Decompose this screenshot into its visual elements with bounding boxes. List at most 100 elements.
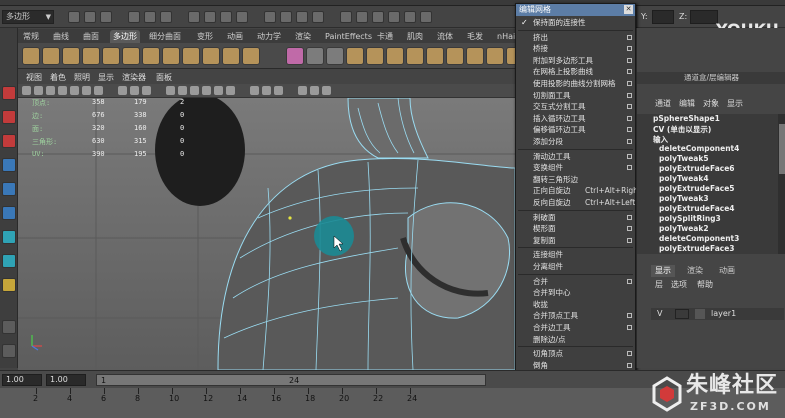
poly-cube-icon[interactable] (42, 47, 60, 65)
poly-separate-icon[interactable] (306, 47, 324, 65)
textured-icon[interactable] (202, 86, 211, 95)
render-icon[interactable] (356, 11, 368, 23)
new-scene-icon[interactable] (68, 11, 80, 23)
menu-item[interactable]: 复制面 (516, 235, 635, 246)
poly-extract-icon[interactable] (326, 47, 344, 65)
poly-platonic-icon[interactable] (242, 47, 260, 65)
poly-prism-icon[interactable] (142, 47, 160, 65)
menu-item[interactable]: 偏移循环边工具 (516, 124, 635, 135)
menu-item[interactable]: 楔形面 (516, 223, 635, 234)
option-box-icon[interactable] (627, 165, 632, 171)
shelf-tab-surfaces[interactable]: 曲面 (80, 30, 102, 43)
option-box-icon[interactable] (627, 69, 632, 75)
option-box-icon[interactable] (627, 325, 632, 330)
playback-start-field[interactable]: 1.00 (46, 374, 86, 386)
shelf-tab-muscle[interactable]: 肌肉 (404, 30, 426, 43)
menu-set-select[interactable]: 多边形 ▼ (2, 10, 54, 24)
cb-menu-edit[interactable]: 编辑 (679, 98, 695, 109)
shelf-tab-polygons[interactable]: 多边形 (110, 30, 140, 43)
camera-icon[interactable] (22, 86, 31, 95)
close-icon[interactable]: ✕ (624, 5, 633, 14)
history-node[interactable]: polyExtrudeFace5 (659, 184, 735, 193)
menu-item[interactable]: 切角顶点 (516, 348, 635, 359)
history-node[interactable]: polySplitRing3 (659, 214, 721, 223)
poly-insert-loop-icon[interactable] (446, 47, 464, 65)
menu-item[interactable]: 合并边工具 (516, 322, 635, 333)
option-box-icon[interactable] (627, 139, 632, 144)
menu-item[interactable]: 添加分段 (516, 136, 635, 147)
vp-menu-view[interactable]: 视图 (26, 72, 42, 83)
image-plane-icon[interactable] (58, 86, 67, 95)
hq-render-icon[interactable] (274, 86, 283, 95)
option-box-icon[interactable] (627, 214, 632, 220)
menu-item[interactable]: 插入循环边工具 (516, 113, 635, 124)
vp-menu-panels[interactable]: 面板 (156, 72, 172, 83)
select-tool-icon[interactable] (2, 86, 16, 100)
shelf-tab-fluids[interactable]: 流体 (434, 30, 456, 43)
option-box-icon[interactable] (627, 115, 632, 121)
poly-helix-icon[interactable] (202, 47, 220, 65)
cb-menu-channels[interactable]: 通道 (655, 98, 671, 109)
viewport-canvas[interactable]: 顶点: 358 179 2 边: 676 338 0 面: 320 160 0 … (18, 98, 515, 370)
history-node[interactable]: polyTweak4 (659, 174, 709, 183)
wireframe-icon[interactable] (166, 86, 175, 95)
menu-item[interactable]: 收拢 (516, 299, 635, 310)
safe-action-icon[interactable] (130, 86, 139, 95)
shelf-tab-deformation[interactable]: 变形 (194, 30, 216, 43)
option-box-icon[interactable] (627, 351, 632, 357)
vp-menu-shading[interactable]: 着色 (50, 72, 66, 83)
history-node[interactable]: polyExtrudeFace6 (659, 164, 735, 173)
menu-item[interactable]: 分离组件 (516, 261, 635, 272)
snap-curve-icon[interactable] (280, 11, 292, 23)
poly-bridge-icon[interactable] (386, 47, 404, 65)
menu-item[interactable]: 附加到多边形工具 (516, 55, 635, 66)
poly-cone-icon[interactable] (82, 47, 100, 65)
shape-node-label[interactable]: pSphereShape1 (653, 114, 720, 123)
snap-view-icon[interactable] (312, 11, 324, 23)
menu-item[interactable]: 删除边/点 (516, 334, 635, 345)
motion-blur-icon[interactable] (310, 86, 319, 95)
option-box-icon[interactable] (627, 226, 632, 232)
resolution-gate-icon[interactable] (94, 86, 103, 95)
vp-menu-show[interactable]: 显示 (98, 72, 114, 83)
history-node[interactable]: polyTweak2 (659, 224, 709, 233)
menu-item[interactable]: 滑动边工具 (516, 151, 635, 162)
layout-four-icon[interactable] (2, 344, 16, 358)
menu-item[interactable]: 使用投影的曲线分割网格 (516, 78, 635, 89)
layer-type-toggle[interactable] (675, 309, 689, 319)
isolate-icon[interactable] (262, 86, 271, 95)
poly-append-icon[interactable] (406, 47, 424, 65)
shelf-tab-subdiv[interactable]: 细分曲面 (146, 30, 184, 43)
layer-name[interactable]: layer1 (711, 309, 736, 318)
option-box-icon[interactable] (627, 81, 632, 86)
ambient-occlusion-icon[interactable] (298, 86, 307, 95)
menu-item[interactable]: 合并到中心 (516, 287, 635, 298)
layer-menu-options[interactable]: 选项 (671, 279, 687, 290)
shelf-tab-dynamics[interactable]: 动力学 (254, 30, 284, 43)
option-box-icon[interactable] (627, 127, 632, 133)
history-node[interactable]: polyTweak5 (659, 154, 709, 163)
last-tool-icon[interactable] (2, 278, 16, 292)
shelf-tab-rendering[interactable]: 渲染 (292, 30, 314, 43)
option-box-icon[interactable] (627, 46, 632, 52)
open-scene-icon[interactable] (84, 11, 96, 23)
coord-z-field[interactable] (690, 10, 718, 24)
tab-display[interactable]: 显示 (651, 265, 675, 277)
coord-y-field[interactable] (652, 10, 674, 24)
menu-item[interactable]: 合并 (516, 276, 635, 287)
wire-on-shaded-icon[interactable] (190, 86, 199, 95)
range-bar[interactable]: 1 24 (96, 374, 486, 386)
option-box-icon[interactable] (627, 313, 632, 319)
history-node[interactable]: polyExtrudeFace3 (659, 244, 735, 253)
poly-split-icon[interactable] (426, 47, 444, 65)
anti-alias-icon[interactable] (322, 86, 331, 95)
menu-item[interactable]: 挤出 (516, 32, 635, 43)
mask-icon[interactable] (204, 11, 216, 23)
snap-grid-icon[interactable] (264, 11, 276, 23)
scrollbar-thumb[interactable] (779, 124, 785, 174)
bookmark-icon[interactable] (46, 86, 55, 95)
poly-plane-icon[interactable] (102, 47, 120, 65)
save-scene-icon[interactable] (100, 11, 112, 23)
option-box-icon[interactable] (627, 237, 632, 243)
poly-soccer-icon[interactable] (222, 47, 240, 65)
